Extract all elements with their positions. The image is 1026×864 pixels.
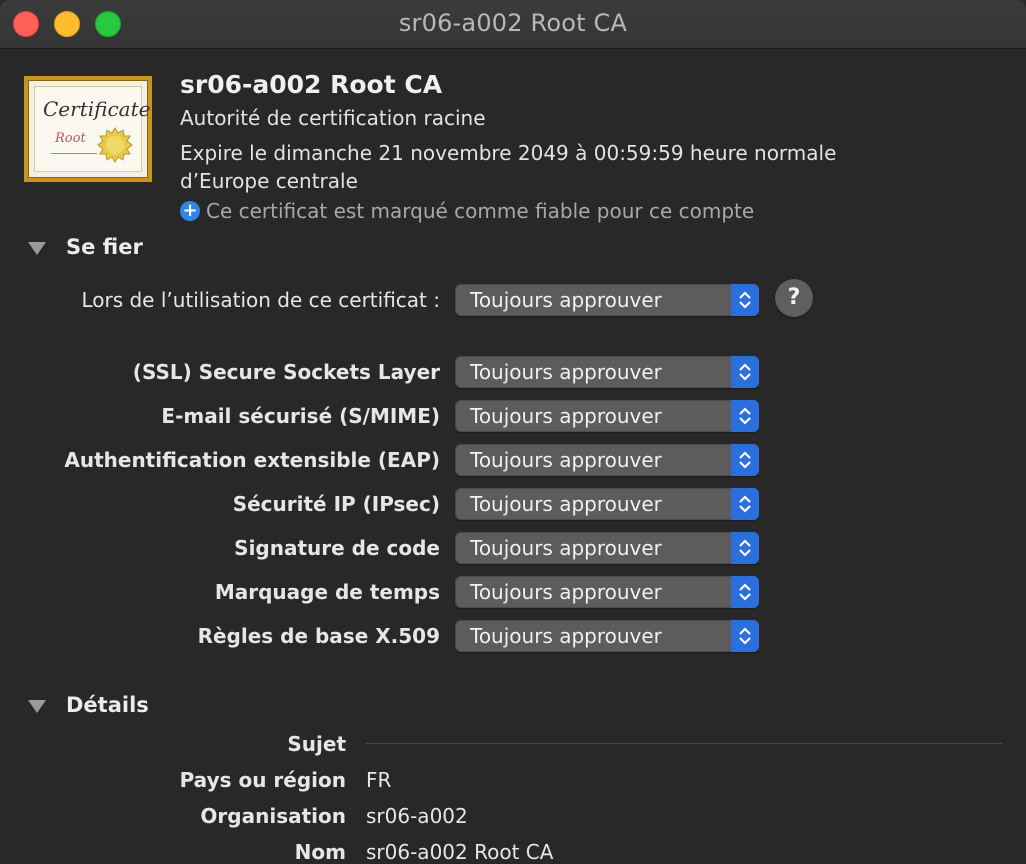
chevron-up-down-icon bbox=[739, 451, 751, 469]
policy-value-x509: Toujours approuver bbox=[470, 624, 662, 648]
disclosure-triangle-icon bbox=[28, 241, 46, 255]
popup-stepper bbox=[731, 620, 759, 652]
detail-value-name: sr06-a002 Root CA bbox=[366, 840, 554, 864]
certificate-icon-word: Certificate bbox=[43, 97, 151, 121]
plus-circle-icon: + bbox=[180, 201, 200, 221]
popup-stepper bbox=[731, 356, 759, 388]
policy-value-timestamping: Toujours approuver bbox=[470, 580, 662, 604]
chevron-up-down-icon bbox=[739, 407, 751, 425]
when-using-label: Lors de l’utilisation de ce certificat : bbox=[81, 288, 440, 312]
chevron-up-down-icon bbox=[739, 495, 751, 513]
policy-label-ssl: (SSL) Secure Sockets Layer bbox=[132, 360, 440, 384]
detail-value-country: FR bbox=[366, 768, 392, 792]
policy-popup-timestamping[interactable]: Toujours approuver bbox=[455, 576, 759, 608]
subject-divider bbox=[366, 743, 1002, 744]
title-bar: sr06-a002 Root CA bbox=[0, 0, 1026, 49]
chevron-up-down-icon bbox=[739, 627, 751, 645]
policy-label-eap: Authentification extensible (EAP) bbox=[64, 448, 440, 472]
chevron-up-down-icon bbox=[739, 539, 751, 557]
certificate-icon-root: Root bbox=[55, 131, 86, 146]
policy-value-eap: Toujours approuver bbox=[470, 448, 662, 472]
gold-seal-icon bbox=[97, 127, 133, 163]
chevron-up-down-icon bbox=[739, 363, 751, 381]
trust-status-text: Ce certificat est marqué comme fiable po… bbox=[206, 199, 755, 223]
details-section-label: Détails bbox=[66, 693, 149, 717]
popup-stepper bbox=[731, 400, 759, 432]
policy-popup-x509[interactable]: Toujours approuver bbox=[455, 620, 759, 652]
policy-popup-code-signing[interactable]: Toujours approuver bbox=[455, 532, 759, 564]
popup-stepper bbox=[731, 532, 759, 564]
detail-label-country: Pays ou région bbox=[179, 768, 346, 792]
certificate-kind: Autorité de certification racine bbox=[180, 106, 486, 130]
popup-stepper bbox=[731, 488, 759, 520]
certificate-expiration: Expire le dimanche 21 novembre 2049 à 00… bbox=[180, 141, 837, 193]
policy-value-ipsec: Toujours approuver bbox=[470, 492, 662, 516]
policy-popup-ssl[interactable]: Toujours approuver bbox=[455, 356, 759, 388]
window-title: sr06-a002 Root CA bbox=[398, 9, 628, 37]
trust-section-label: Se fier bbox=[66, 235, 143, 259]
when-using-value: Toujours approuver bbox=[470, 288, 662, 312]
details-section-toggle[interactable]: Détails bbox=[28, 693, 149, 717]
popup-stepper bbox=[731, 284, 759, 316]
trust-section-toggle[interactable]: Se fier bbox=[28, 235, 143, 259]
subject-label: Sujet bbox=[287, 732, 346, 756]
disclosure-triangle-icon bbox=[28, 699, 46, 713]
popup-stepper bbox=[731, 444, 759, 476]
certificate-window: sr06-a002 Root CA Certificate Root sr06-… bbox=[0, 0, 1026, 864]
when-using-popup[interactable]: Toujours approuver bbox=[455, 284, 759, 316]
policy-label-ipsec: Sécurité IP (IPsec) bbox=[232, 492, 440, 516]
certificate-icon: Certificate Root bbox=[24, 76, 152, 182]
detail-label-organization: Organisation bbox=[200, 804, 346, 828]
policy-label-x509: Règles de base X.509 bbox=[197, 624, 440, 648]
policy-label-code-signing: Signature de code bbox=[234, 536, 440, 560]
chevron-up-down-icon bbox=[739, 291, 751, 309]
help-button[interactable]: ? bbox=[775, 279, 813, 317]
policy-popup-ipsec[interactable]: Toujours approuver bbox=[455, 488, 759, 520]
chevron-up-down-icon bbox=[739, 583, 751, 601]
policy-label-smime: E-mail sécurisé (S/MIME) bbox=[161, 404, 440, 428]
detail-label-name: Nom bbox=[294, 840, 346, 864]
certificate-name: sr06-a002 Root CA bbox=[180, 70, 443, 99]
policy-value-code-signing: Toujours approuver bbox=[470, 536, 662, 560]
detail-value-organization: sr06-a002 bbox=[366, 804, 468, 828]
policy-label-timestamping: Marquage de temps bbox=[214, 580, 440, 604]
policy-popup-smime[interactable]: Toujours approuver bbox=[455, 400, 759, 432]
policy-value-smime: Toujours approuver bbox=[470, 404, 662, 428]
popup-stepper bbox=[731, 576, 759, 608]
policy-popup-eap[interactable]: Toujours approuver bbox=[455, 444, 759, 476]
trust-status: + Ce certificat est marqué comme fiable … bbox=[180, 199, 754, 223]
policy-value-ssl: Toujours approuver bbox=[470, 360, 662, 384]
certificate-icon-ornament bbox=[51, 153, 97, 157]
